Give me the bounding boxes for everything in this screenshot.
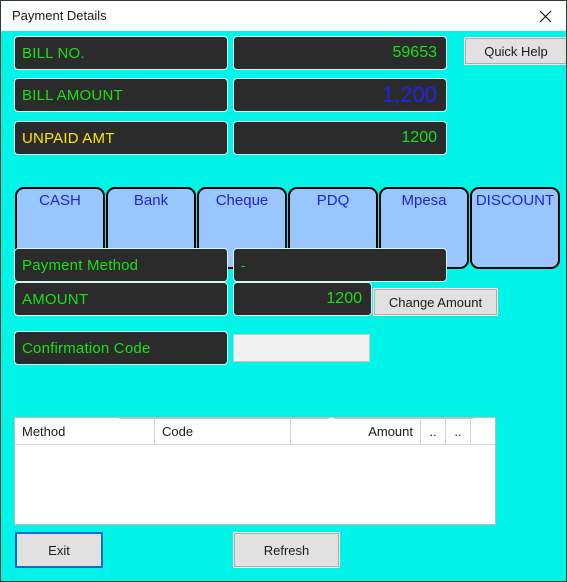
table-header-code[interactable]: Code (155, 418, 291, 444)
table-header-method[interactable]: Method (15, 418, 155, 444)
confirmation-code-label-box: Confirmation Code (14, 331, 228, 365)
payment-button-discount[interactable]: DISCOUNT (470, 187, 560, 269)
table-header-code-label: Code (162, 423, 194, 439)
table-header-col4-label: .. (429, 423, 437, 439)
change-amount-button[interactable]: Change Amount (373, 288, 498, 316)
payment-button-mpesa-label: Mpesa (401, 192, 447, 209)
quick-help-label: Quick Help (484, 43, 548, 59)
refresh-button[interactable]: Refresh (233, 532, 340, 568)
bill-no-label-box: BILL NO. (14, 36, 228, 70)
unpaid-amt-label: UNPAID AMT (22, 129, 115, 147)
unpaid-amt-label-box: UNPAID AMT (14, 121, 228, 155)
bill-no-value-box[interactable]: 59653 (233, 36, 447, 70)
table-header-tick-2 (334, 418, 474, 419)
bill-amount-value-box[interactable]: 1,200 (233, 78, 447, 112)
table-header-amount-label: Amount (368, 423, 413, 439)
change-amount-label: Change Amount (388, 294, 483, 310)
payment-button-discount-label: DISCOUNT (475, 192, 555, 209)
amount-label: AMOUNT (22, 290, 89, 308)
amount-label-box: AMOUNT (14, 282, 228, 316)
payment-button-pdq-label: PDQ (316, 192, 350, 209)
payment-method-label-box: Payment Method (14, 248, 228, 282)
table-header-col5-label: .. (454, 423, 462, 439)
refresh-label: Refresh (263, 542, 310, 558)
table-header-method-label: Method (22, 423, 66, 439)
payment-button-cash-label: CASH (39, 192, 81, 209)
bill-amount-value: 1,200 (381, 82, 437, 107)
bill-no-label: BILL NO. (22, 44, 85, 62)
table-header-amount[interactable]: Amount (291, 418, 421, 444)
amount-value-box[interactable]: 1200 (233, 282, 372, 316)
table-header-col5[interactable]: .. (446, 418, 471, 444)
bill-no-value: 59653 (392, 44, 438, 61)
exit-button[interactable]: Exit (15, 532, 103, 568)
quick-help-button[interactable]: Quick Help (464, 37, 566, 65)
window-title: Payment Details (12, 8, 107, 23)
unpaid-amt-value-box[interactable]: 1200 (233, 121, 447, 155)
table-header-col4[interactable]: .. (421, 418, 446, 444)
payment-button-cheque-label: Cheque (215, 192, 269, 209)
table-header-tick-1 (119, 418, 329, 419)
payments-table[interactable]: Method Code Amount .. .. (14, 417, 496, 525)
unpaid-amt-value: 1200 (401, 129, 437, 146)
confirmation-code-label: Confirmation Code (22, 339, 151, 357)
bill-amount-label: BILL AMOUNT (22, 86, 123, 104)
close-icon[interactable] (522, 1, 566, 31)
exit-label: Exit (48, 542, 70, 558)
table-body (15, 445, 495, 524)
payment-method-label: Payment Method (22, 256, 139, 274)
payment-method-value: - (241, 257, 246, 273)
bill-amount-label-box: BILL AMOUNT (14, 78, 228, 112)
amount-value: 1200 (326, 290, 362, 307)
confirmation-code-input[interactable] (233, 334, 370, 362)
payment-method-value-box[interactable]: - (233, 248, 447, 282)
payment-details-window: Payment Details Quick Help BILL NO. 5965… (0, 0, 567, 582)
close-glyph (539, 10, 551, 22)
client-area: Quick Help BILL NO. 59653 BILL AMOUNT 1,… (2, 31, 566, 581)
title-bar: Payment Details (1, 1, 566, 31)
payment-button-bank-label: Bank (133, 192, 169, 209)
table-header-row: Method Code Amount .. .. (15, 418, 495, 445)
